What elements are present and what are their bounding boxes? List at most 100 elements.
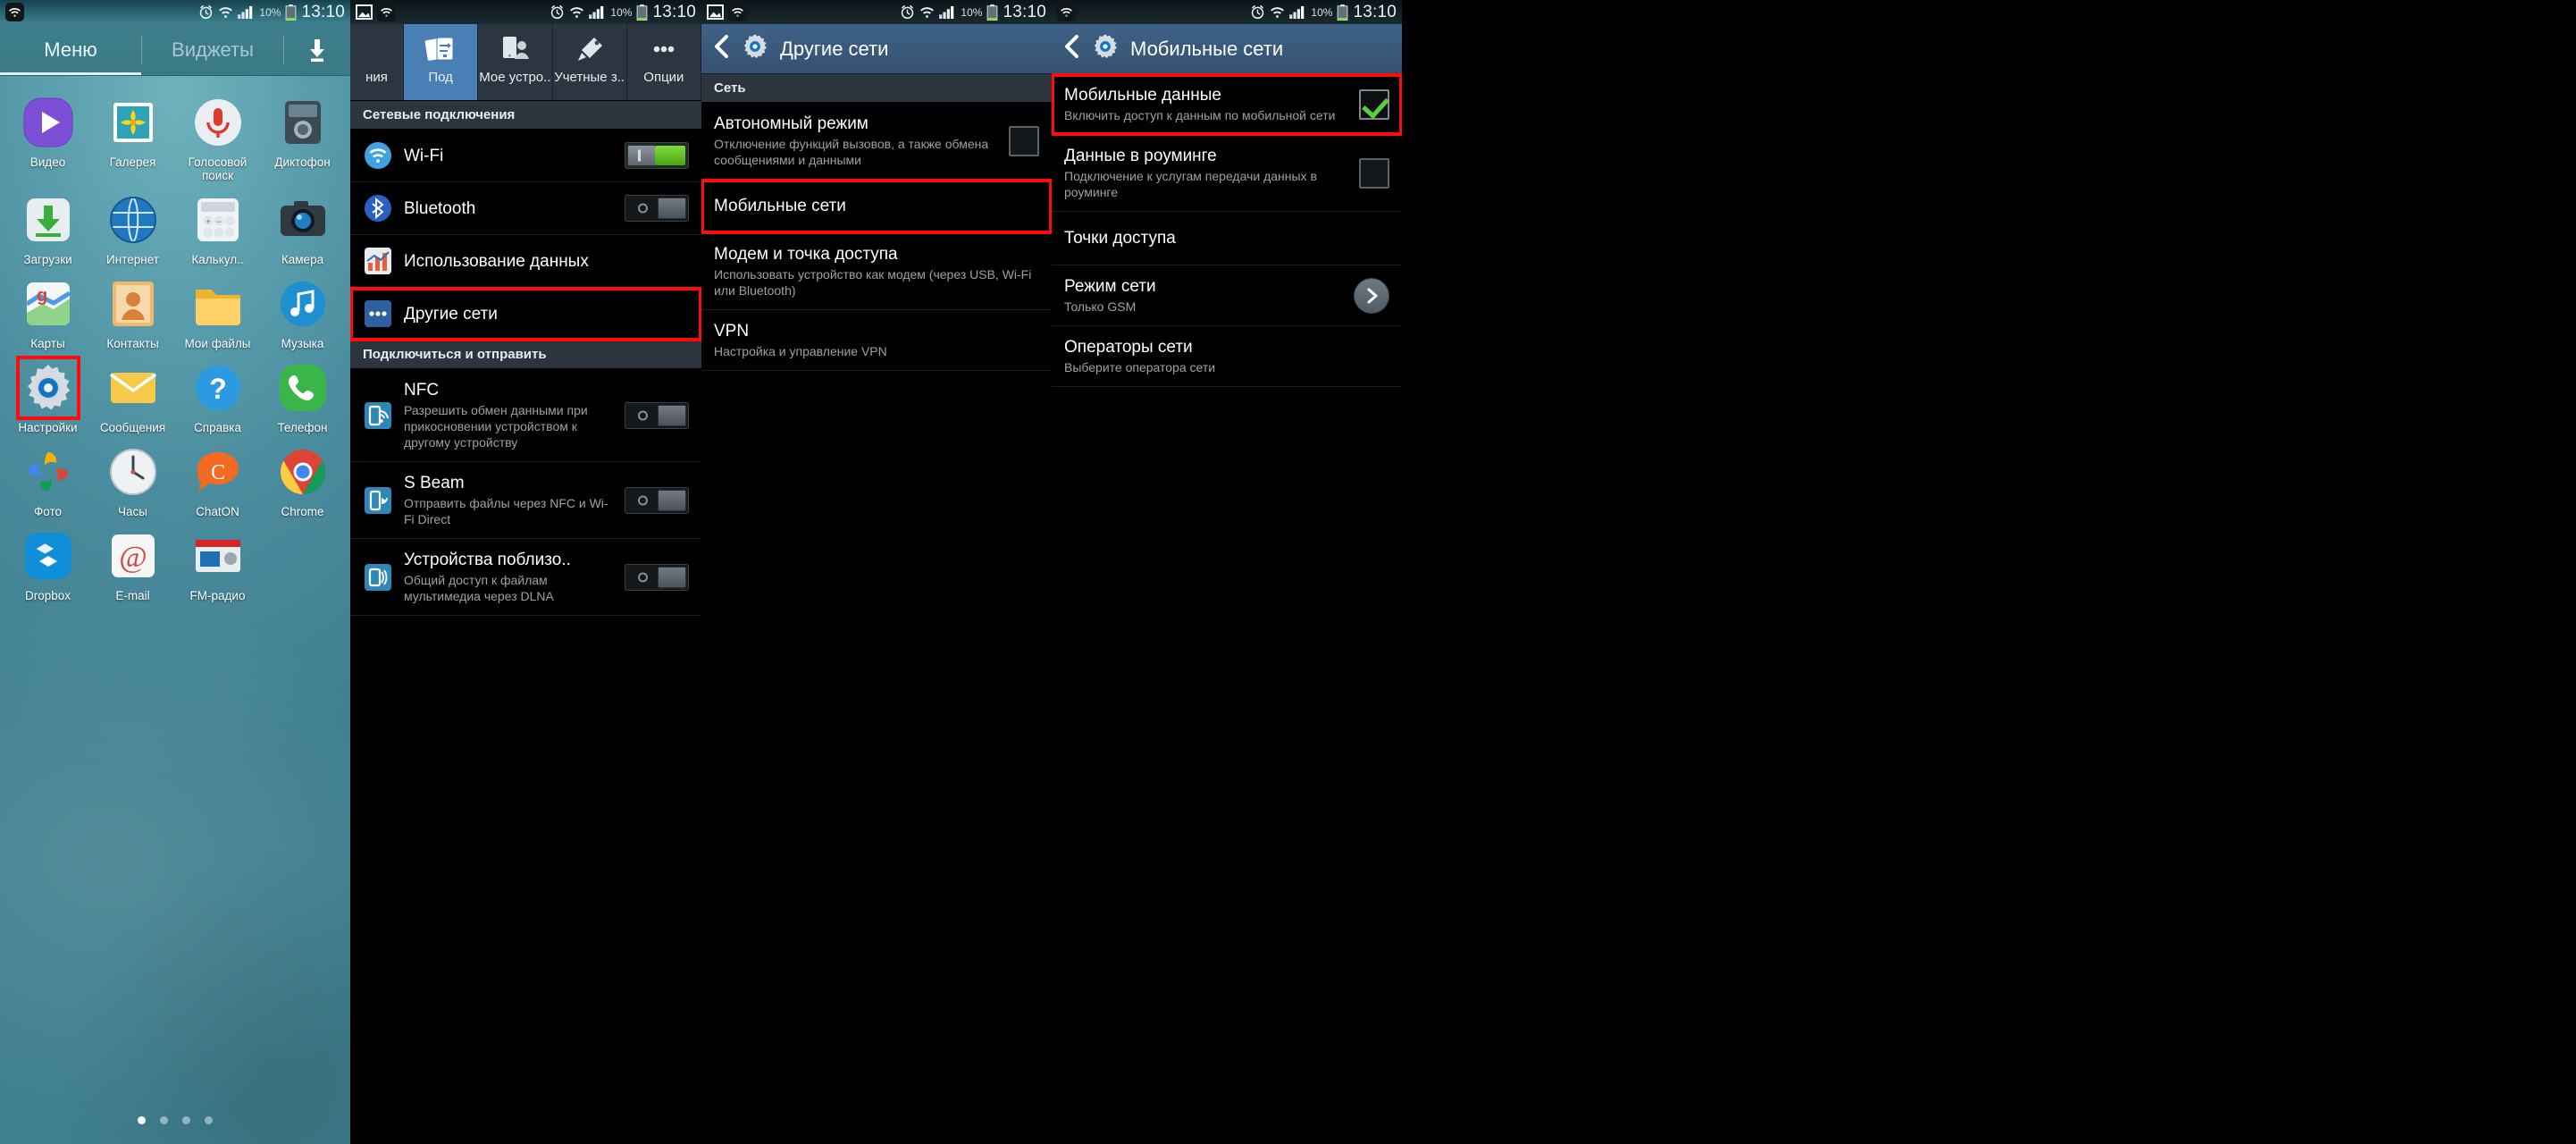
page-dot[interactable]	[160, 1116, 168, 1124]
app-item-chaton[interactable]: C ChatON	[175, 438, 260, 518]
list-item-network-operators[interactable]: Операторы сети Выберите оператора сети	[1052, 326, 1402, 387]
wifi-icon	[1270, 6, 1285, 19]
download-button[interactable]	[284, 24, 350, 75]
wifi-toggle[interactable]	[625, 142, 689, 169]
tab-connections-partial[interactable]: ния	[350, 24, 404, 100]
list-item-mobile-data[interactable]: Мобильные данные Включить доступ к данны…	[1052, 73, 1402, 136]
list-item-subtitle: Отправить файлы через NFC и Wi-Fi Direct	[404, 496, 608, 526]
list-item-other-networks[interactable]: Другие сети	[350, 287, 701, 341]
app-item-phone[interactable]: Телефон	[260, 354, 345, 434]
airplane-mode-checkbox[interactable]	[1009, 125, 1039, 156]
app-item-messages[interactable]: Сообщения	[90, 354, 175, 434]
app-item-voice-recorder[interactable]: Диктофон	[260, 88, 345, 182]
panel-other-networks: 10% 13:10 Другие сети Сеть Автономный ре…	[701, 0, 1052, 1144]
app-item-help[interactable]: ? Справка	[175, 354, 260, 434]
wifi-icon	[218, 6, 233, 19]
status-bar-panel3[interactable]: 10% 13:10	[701, 0, 1052, 24]
app-item-internet[interactable]: Интернет	[90, 186, 175, 266]
list-empty-area	[350, 616, 701, 1144]
tab-widgets[interactable]: Виджеты	[142, 24, 283, 75]
list-item-bluetooth[interactable]: Bluetooth	[350, 182, 701, 235]
app-label: Часы	[118, 505, 147, 518]
app-item-my-files[interactable]: Мои файлы	[175, 270, 260, 350]
app-label: Фото	[33, 505, 62, 518]
tab-accounts[interactable]: Учетные з..	[552, 24, 627, 100]
back-chevron-icon[interactable]	[1062, 35, 1080, 63]
app-label: Телефон	[277, 421, 328, 434]
nfc-toggle[interactable]	[625, 401, 689, 429]
app-item-voice-search[interactable]: Голосовой поиск	[175, 88, 260, 182]
app-item-calculator[interactable]: + − Калькул..	[175, 186, 260, 266]
svg-text:C: C	[210, 461, 224, 484]
app-item-maps[interactable]: g Карты	[5, 270, 90, 350]
app-item-settings[interactable]: Настройки	[5, 354, 90, 434]
app-label: Видео	[29, 156, 66, 169]
list-item-text: Автономный режим Отключение функций вызо…	[714, 114, 998, 168]
wifi-icon	[728, 3, 747, 21]
list-item-data-roaming[interactable]: Данные в роуминге Подключение к услугам …	[1052, 135, 1402, 212]
tab-more-options[interactable]: Опции	[626, 24, 701, 100]
fm-radio-icon	[191, 529, 245, 583]
app-item-email[interactable]: @ E-mail	[90, 522, 175, 602]
status-bar-notifications	[5, 3, 24, 21]
app-item-downloads[interactable]: Загрузки	[5, 186, 90, 266]
nearby-devices-toggle[interactable]	[625, 563, 689, 591]
chaton-icon: C	[191, 445, 245, 499]
list-item-tethering-hotspot[interactable]: Модем и точка доступа Использовать устро…	[701, 233, 1052, 310]
tab-my-device[interactable]: Мое устро..	[478, 24, 553, 100]
list-item-wifi[interactable]: Wi-Fi	[350, 130, 701, 182]
bluetooth-toggle[interactable]	[625, 195, 689, 222]
app-label: Камера	[281, 253, 324, 266]
status-bar-panel1[interactable]: 10% 13:10	[0, 0, 350, 24]
status-bar-panel2[interactable]: 10% 13:10	[350, 0, 701, 24]
app-item-clock[interactable]: Часы	[90, 438, 175, 518]
tab-label: Учетные з..	[554, 70, 625, 85]
clock-time-label: 13:10	[1003, 2, 1046, 21]
mobile-data-checkbox[interactable]	[1359, 88, 1389, 120]
list-item-network-mode[interactable]: Режим сети Только GSM	[1052, 265, 1402, 326]
alarm-icon	[198, 4, 214, 20]
app-item-fm-radio[interactable]: FM-радио	[175, 522, 260, 602]
s-beam-icon	[363, 485, 393, 516]
page-dot[interactable]	[205, 1116, 213, 1124]
status-bar-system-icons: 10% 13:10	[198, 3, 345, 22]
list-item-access-points[interactable]: Точки доступа	[1052, 212, 1402, 265]
app-item-dropbox[interactable]: Dropbox	[5, 522, 90, 602]
list-item-nearby-devices[interactable]: Устройства поблизо.. Общий доступ к файл…	[350, 539, 701, 616]
list-item-vpn[interactable]: VPN Настройка и управление VPN	[701, 310, 1052, 371]
tab-connections[interactable]: Под	[404, 24, 479, 100]
list-item-mobile-networks[interactable]: Мобильные сети	[701, 179, 1052, 234]
app-item-photos[interactable]: Фото	[5, 438, 90, 518]
s-beam-toggle[interactable]	[625, 486, 689, 514]
app-label: FM-радио	[189, 589, 246, 602]
back-chevron-icon[interactable]	[712, 35, 730, 63]
app-item-chrome[interactable]: Chrome	[260, 438, 345, 518]
list-item-airplane-mode[interactable]: Автономный режим Отключение функций вызо…	[701, 103, 1052, 180]
app-item-contacts[interactable]: Контакты	[90, 270, 175, 350]
page-dot[interactable]	[182, 1116, 190, 1124]
wifi-icon	[363, 140, 393, 171]
battery-percent-label: 10%	[1311, 5, 1333, 19]
data-roaming-checkbox[interactable]	[1359, 157, 1389, 189]
list-item-nfc[interactable]: NFC Разрешить обмен данными при прикосно…	[350, 369, 701, 462]
list-item-text: S Beam Отправить файлы через NFC и Wi-Fi…	[404, 473, 614, 527]
network-mode-chevron-icon[interactable]	[1354, 277, 1389, 314]
app-item-music[interactable]: Музыка	[260, 270, 345, 350]
page-dot[interactable]	[138, 1116, 146, 1124]
list-item-s-beam[interactable]: S Beam Отправить файлы через NFC и Wi-Fi…	[350, 462, 701, 539]
list-item-text: Использование данных	[404, 251, 689, 272]
app-item-video[interactable]: Видео	[5, 88, 90, 182]
list-item-text: Wi-Fi	[404, 146, 614, 166]
tab-menu[interactable]: Меню	[0, 24, 141, 75]
status-bar-panel4[interactable]: 10% 13:10	[1052, 0, 1402, 24]
clock-time-label: 13:10	[1353, 2, 1397, 21]
app-item-gallery[interactable]: Галерея	[90, 88, 175, 182]
gallery-icon	[106, 96, 160, 149]
list-item-text: Другие сети	[404, 304, 689, 324]
list-item-title: VPN	[714, 322, 750, 341]
list-item-data-usage[interactable]: Использование данных	[350, 235, 701, 288]
more-networks-icon	[363, 299, 393, 329]
list-item-text: Мобильные данные Включить доступ к данны…	[1064, 85, 1348, 123]
list-item-text: Точки доступа	[1064, 228, 1389, 248]
app-item-camera[interactable]: Камера	[260, 186, 345, 266]
